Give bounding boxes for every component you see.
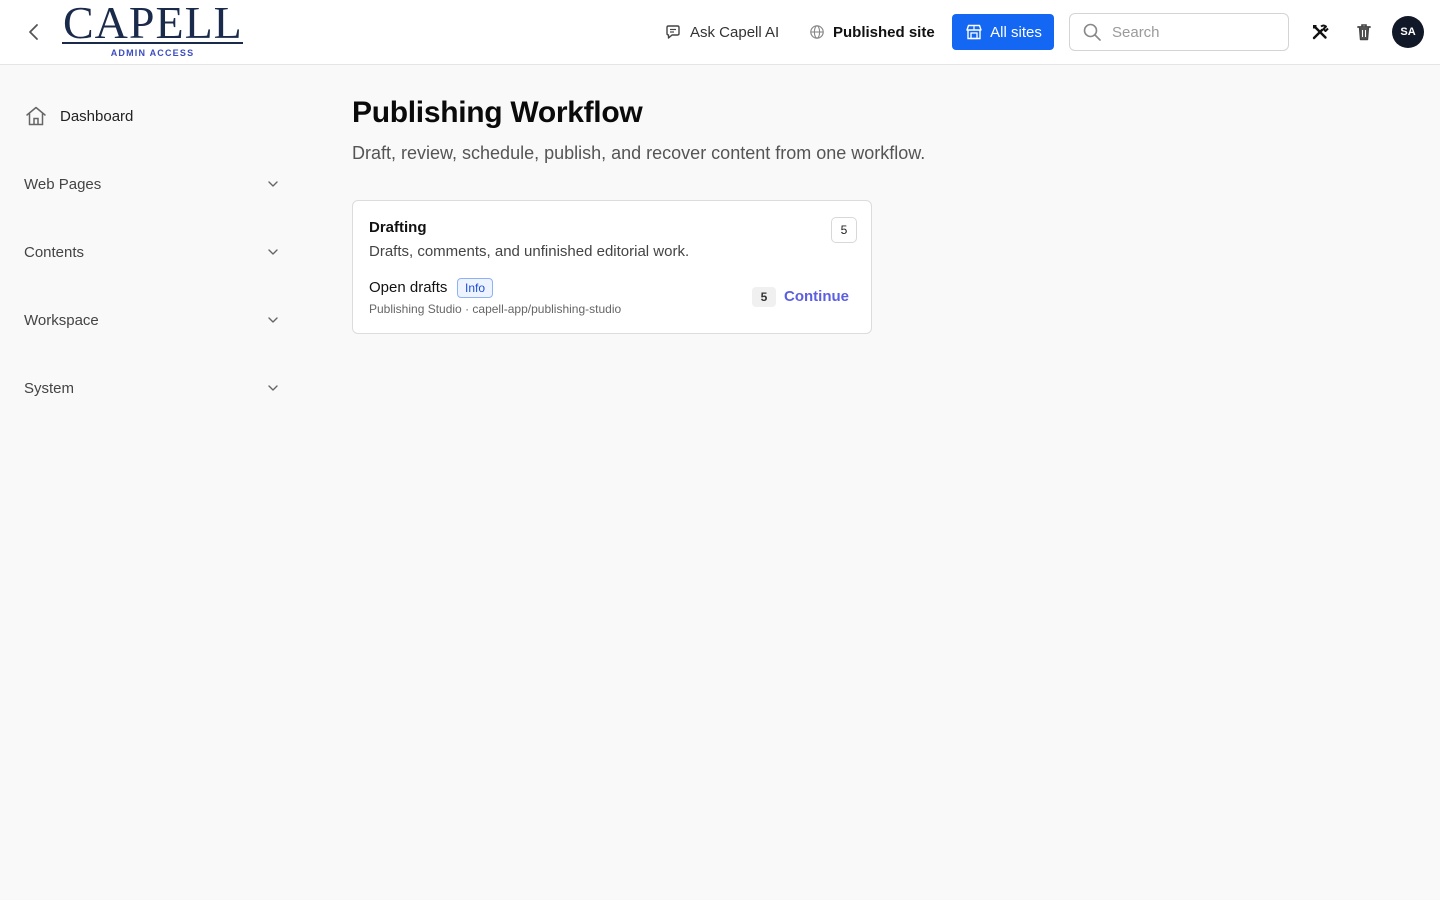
capell-logo[interactable]: CAPELL ADMIN ACCESS: [62, 0, 244, 60]
logo-wordmark: CAPELL: [63, 0, 243, 48]
sidebar-group-system[interactable]: System: [24, 376, 280, 400]
search-box[interactable]: [1069, 13, 1289, 51]
page-title: Publishing Workflow: [352, 96, 643, 129]
tools-icon: [1312, 24, 1329, 40]
page-subtitle: Draft, review, schedule, publish, and re…: [352, 143, 926, 163]
card-description: Drafts, comments, and unfinished editori…: [369, 243, 690, 260]
storefront-icon: [966, 24, 982, 40]
sidebar-group-web-pages[interactable]: Web Pages: [24, 172, 280, 196]
info-badge: Info: [457, 278, 494, 298]
sidebar-group-label: Web Pages: [24, 175, 102, 193]
sidebar-item-dashboard[interactable]: Dashboard: [24, 104, 133, 128]
card-count-badge: 5: [831, 217, 857, 243]
globe-icon: [810, 25, 824, 39]
top-bar: CAPELL ADMIN ACCESS Ask Capell AI Publis…: [0, 0, 1440, 65]
trash-button[interactable]: [1352, 20, 1376, 44]
all-sites-label: All sites: [990, 23, 1042, 41]
tools-button[interactable]: [1308, 20, 1332, 44]
home-icon: [26, 106, 46, 126]
continue-link[interactable]: Continue: [784, 287, 849, 307]
search-input[interactable]: [1112, 23, 1272, 41]
sidebar-group-label: System: [24, 379, 75, 397]
ask-ai-button[interactable]: Ask Capell AI: [664, 20, 779, 44]
drafting-card: Drafting Drafts, comments, and unfinishe…: [352, 200, 872, 334]
back-button[interactable]: [22, 20, 46, 44]
chevron-down-icon: [268, 249, 278, 255]
chevron-left-icon: [29, 24, 38, 40]
sidebar-item-label: Dashboard: [60, 107, 134, 125]
ask-ai-label: Ask Capell AI: [690, 23, 780, 41]
chevron-down-icon: [268, 181, 278, 187]
published-site-label: Published site: [833, 23, 935, 41]
logo-rule: [62, 42, 243, 44]
all-sites-button[interactable]: All sites: [952, 14, 1054, 50]
sidebar-group-label: Workspace: [24, 311, 99, 329]
open-drafts-meta: Publishing Studio · capell-app/publishin…: [369, 302, 622, 316]
open-drafts-title: Open drafts: [369, 279, 448, 296]
open-drafts-count: 5: [752, 287, 776, 307]
sidebar-group-label: Contents: [24, 243, 85, 261]
chevron-down-icon: [268, 317, 278, 323]
chevron-down-icon: [268, 385, 278, 391]
card-title: Drafting: [369, 219, 427, 236]
chat-bubble-icon: [666, 25, 680, 39]
sidebar-group-contents[interactable]: Contents: [24, 240, 280, 264]
published-site-link[interactable]: Published site: [809, 20, 935, 44]
logo-subtitle: ADMIN ACCESS: [110, 48, 195, 58]
trash-icon: [1357, 24, 1371, 41]
search-icon: [1083, 23, 1101, 41]
user-avatar[interactable]: SA: [1392, 16, 1424, 48]
sidebar-group-workspace[interactable]: Workspace: [24, 308, 280, 332]
